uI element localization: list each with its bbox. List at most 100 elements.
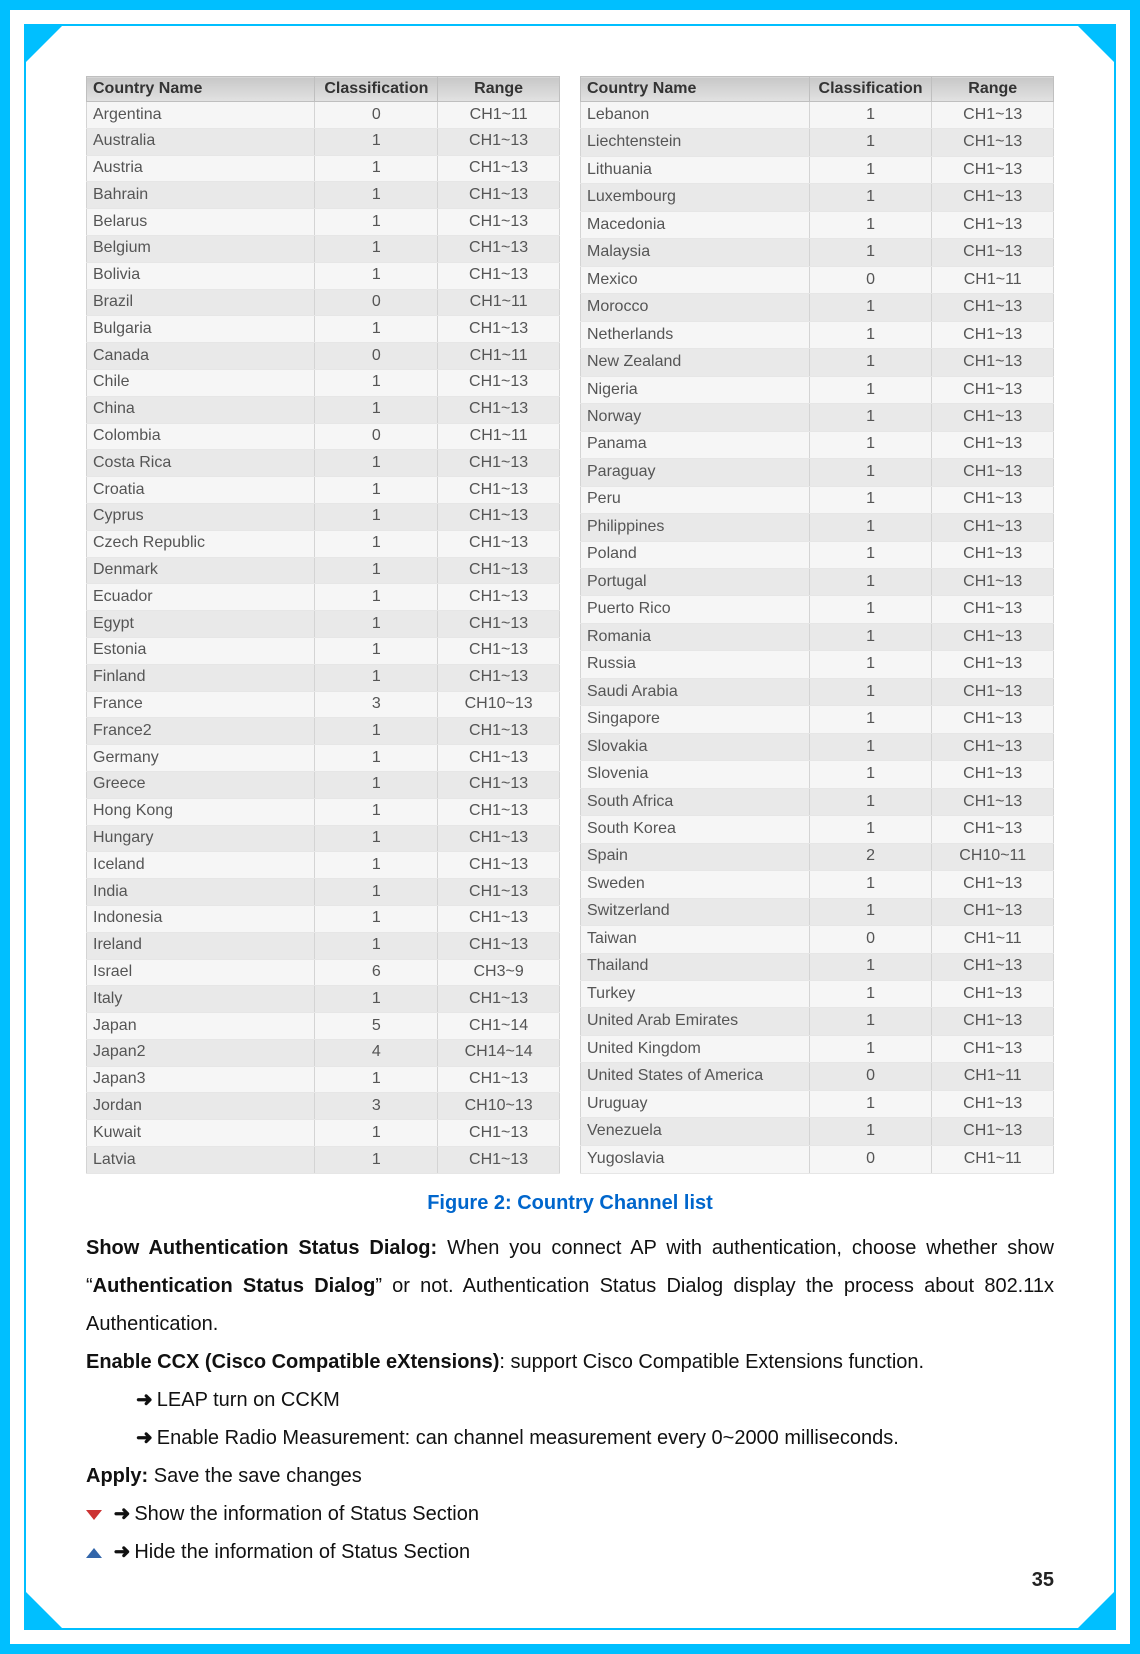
cell-range: CH14~14 (438, 1039, 560, 1066)
cell-class: 1 (809, 1118, 932, 1145)
cell-class: 1 (315, 611, 438, 638)
cell-class: 1 (809, 459, 932, 486)
cell-country: Canada (87, 343, 315, 370)
table-row: United Kingdom1CH1~13 (581, 1035, 1054, 1062)
country-table-left: Country Name Classification Range Argent… (86, 76, 560, 1174)
cell-class: 1 (809, 733, 932, 760)
arrow-icon: ➜ (114, 1503, 131, 1525)
cell-class: 1 (315, 530, 438, 557)
cell-country: Hong Kong (87, 798, 315, 825)
cell-class: 1 (315, 235, 438, 262)
cell-range: CH1~13 (438, 852, 560, 879)
cell-country: Japan2 (87, 1039, 315, 1066)
table-row: China1CH1~13 (87, 396, 560, 423)
cell-class: 1 (315, 369, 438, 396)
corner-decoration (24, 1590, 64, 1630)
cell-class: 1 (809, 184, 932, 211)
cell-range: CH1~13 (438, 155, 560, 182)
cell-range: CH1~13 (932, 1008, 1054, 1035)
table-row: Bahrain1CH1~13 (87, 182, 560, 209)
cell-class: 1 (315, 128, 438, 155)
cell-range: CH10~13 (438, 691, 560, 718)
cell-range: CH1~13 (932, 1118, 1054, 1145)
cell-range: CH1~13 (932, 623, 1054, 650)
cell-class: 1 (809, 541, 932, 568)
cell-class: 1 (809, 156, 932, 183)
page-content: Country Name Classification Range Argent… (86, 76, 1054, 1588)
cell-country: Costa Rica (87, 450, 315, 477)
table-row: Panama1CH1~13 (581, 431, 1054, 458)
page-number: 35 (1032, 1569, 1054, 1592)
table-row: Singapore1CH1~13 (581, 706, 1054, 733)
paragraph-apply: Apply: Save the save changes (86, 1457, 1054, 1495)
cell-range: CH1~14 (438, 1013, 560, 1040)
th-range: Range (932, 77, 1054, 102)
triangle-up-icon (86, 1548, 102, 1558)
table-row: United States of America0CH1~11 (581, 1063, 1054, 1090)
cell-range: CH3~9 (438, 959, 560, 986)
cell-range: CH1~13 (438, 450, 560, 477)
cell-range: CH1~13 (932, 349, 1054, 376)
cell-country: France2 (87, 718, 315, 745)
cell-country: Luxembourg (581, 184, 810, 211)
cell-country: Colombia (87, 423, 315, 450)
cell-country: Bulgaria (87, 316, 315, 343)
cell-country: Ecuador (87, 584, 315, 611)
table-row: Chile1CH1~13 (87, 369, 560, 396)
cell-country: South Korea (581, 816, 810, 843)
cell-country: Greece (87, 771, 315, 798)
cell-class: 1 (809, 211, 932, 238)
table-row: Cyprus1CH1~13 (87, 503, 560, 530)
cell-range: CH1~11 (438, 102, 560, 129)
table-row: Switzerland1CH1~13 (581, 898, 1054, 925)
cell-range: CH1~13 (438, 584, 560, 611)
table-row: Ecuador1CH1~13 (87, 584, 560, 611)
cell-country: Russia (581, 651, 810, 678)
table-row: Japan5CH1~14 (87, 1013, 560, 1040)
cell-range: CH1~13 (932, 816, 1054, 843)
cell-country: Slovenia (581, 761, 810, 788)
cell-class: 1 (315, 503, 438, 530)
cell-class: 1 (809, 651, 932, 678)
cell-country: Taiwan (581, 926, 810, 953)
corner-decoration (1076, 24, 1116, 64)
cell-country: South Africa (581, 788, 810, 815)
cell-class: 1 (315, 450, 438, 477)
cell-class: 1 (809, 1008, 932, 1035)
cell-country: Puerto Rico (581, 596, 810, 623)
cell-class: 1 (809, 404, 932, 431)
cell-range: CH1~13 (932, 678, 1054, 705)
table-row: Bulgaria1CH1~13 (87, 316, 560, 343)
cell-range: CH1~13 (932, 129, 1054, 156)
table-row: Denmark1CH1~13 (87, 557, 560, 584)
cell-class: 1 (315, 718, 438, 745)
cell-range: CH1~13 (438, 1147, 560, 1174)
table-row: Lithuania1CH1~13 (581, 156, 1054, 183)
cell-country: Czech Republic (87, 530, 315, 557)
cell-range: CH1~13 (438, 209, 560, 236)
cell-range: CH1~13 (438, 932, 560, 959)
cell-class: 1 (809, 514, 932, 541)
cell-country: Jordan (87, 1093, 315, 1120)
cell-range: CH1~13 (438, 986, 560, 1013)
table-row: Austria1CH1~13 (87, 155, 560, 182)
table-row: Uruguay1CH1~13 (581, 1090, 1054, 1117)
cell-country: Lebanon (581, 102, 810, 129)
cell-class: 1 (809, 871, 932, 898)
cell-country: Italy (87, 986, 315, 1013)
cell-range: CH1~13 (438, 637, 560, 664)
cell-class: 1 (809, 816, 932, 843)
cell-country: Denmark (87, 557, 315, 584)
cell-range: CH1~13 (932, 184, 1054, 211)
cell-range: CH1~13 (438, 905, 560, 932)
cell-country: Paraguay (581, 459, 810, 486)
cell-class: 0 (809, 266, 932, 293)
cell-country: Norway (581, 404, 810, 431)
cell-class: 1 (315, 477, 438, 504)
label-auth-dialog: Show Authentication Status Dialog: (86, 1237, 437, 1259)
table-row: India1CH1~13 (87, 879, 560, 906)
cell-range: CH1~13 (932, 321, 1054, 348)
cell-range: CH1~13 (438, 825, 560, 852)
th-country: Country Name (581, 77, 810, 102)
corner-decoration (1076, 1590, 1116, 1630)
